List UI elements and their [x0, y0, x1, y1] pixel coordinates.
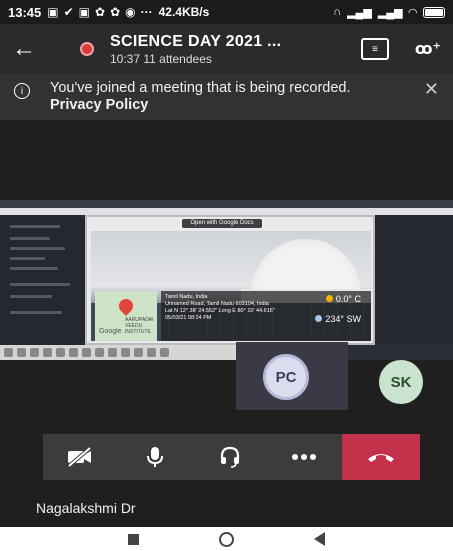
headset-icon: [220, 446, 239, 468]
meeting-app-bar: ← SCIENCE DAY 2021 ... 10:37 11 attendee…: [0, 24, 453, 74]
map-thumbnail: AARUPADAI VEEDU INSTITUTE Google: [95, 291, 157, 341]
back-icon[interactable]: [314, 532, 325, 546]
android-nav-bar: [0, 527, 453, 551]
avatar[interactable]: SK: [379, 360, 423, 404]
call-controls: [43, 434, 421, 480]
close-icon[interactable]: ✕: [424, 79, 439, 120]
pinwheel-icon: ✿: [95, 5, 106, 19]
geotagged-photo: AARUPADAI VEEDU INSTITUTE Google Tamil N…: [91, 231, 371, 341]
banner-message: You've joined a meeting that is being re…: [50, 80, 380, 120]
drive-sidebar: [0, 215, 85, 345]
recording-banner: i You've joined a meeting that is being …: [0, 74, 453, 120]
audio-button[interactable]: [192, 434, 267, 480]
geo-wind: 234° SW: [315, 315, 361, 324]
gauge-icon: [315, 315, 323, 322]
privacy-policy-link[interactable]: Privacy Policy: [50, 97, 148, 113]
meeting-info: SCIENCE DAY 2021 ... 10:37 11 attendees: [110, 33, 281, 66]
status-right: ∩ ▂▄▆ ▂▄▆ ◠: [333, 6, 445, 19]
meeting-subtitle: 10:37 11 attendees: [110, 51, 212, 66]
dome-image: [251, 239, 361, 294]
meeting-stage: Open with Google Docs AARUPADAI VEEDU IN…: [0, 120, 453, 420]
more-dots-icon: ···: [140, 5, 153, 19]
signal-icon: ▂▄▆: [377, 6, 403, 19]
sun-icon: [325, 295, 333, 302]
geo-temperature: 0.0° C: [325, 295, 361, 304]
recording-indicator-icon: [80, 42, 94, 56]
microphone-icon: [146, 447, 163, 467]
map-brand: Google: [99, 328, 122, 335]
info-icon: i: [14, 83, 30, 99]
camera-off-button[interactable]: [43, 434, 118, 480]
whatsapp-icon: ◉: [125, 5, 136, 19]
participant-tile-pc[interactable]: PC: [236, 342, 348, 410]
check-icon: ✔: [63, 5, 74, 19]
more-options-button[interactable]: [266, 434, 342, 480]
pinwheel-icon: ✿: [110, 5, 121, 19]
home-icon[interactable]: [219, 531, 234, 547]
message-icon: ▣: [47, 5, 59, 19]
signal-icon: ▂▄▆: [347, 6, 372, 19]
shared-screen[interactable]: Open with Google Docs AARUPADAI VEEDU IN…: [0, 200, 453, 360]
camera-off-icon: [68, 446, 92, 468]
meeting-title: SCIENCE DAY 2021 ...: [110, 32, 282, 50]
recents-icon[interactable]: [128, 533, 139, 545]
map-pin-icon: [116, 296, 136, 316]
drive-right-panel: [375, 215, 453, 345]
hang-up-icon: [367, 454, 394, 462]
add-participants-icon[interactable]: ꝏ⁺: [415, 39, 441, 59]
windows-taskbar: [0, 345, 260, 360]
battery-icon: [423, 6, 445, 18]
geo-overlay: Tamil Nadu, India Unnamed Road, Tamil Na…: [161, 291, 371, 341]
more-icon: [292, 454, 317, 460]
notification-icons: ▣ ✔ ▣ ✿ ✿ ◉ ···: [47, 5, 152, 19]
microphone-button[interactable]: [117, 434, 193, 480]
status-bar: 13:45 ▣ ✔ ▣ ✿ ✿ ◉ ··· 42.4KB/s ∩ ▂▄▆ ▂▄▆…: [0, 0, 453, 24]
back-arrow-icon[interactable]: ←: [12, 35, 52, 63]
map-place: AARUPADAI VEEDU INSTITUTE: [125, 317, 154, 335]
headset-icon: ∩: [333, 6, 342, 18]
message-icon: ▣: [78, 5, 90, 19]
browser-tabs: [0, 200, 453, 208]
status-time: 13:45: [8, 4, 42, 20]
presenter-name: Nagalakshmi Dr: [36, 500, 136, 516]
end-call-button[interactable]: [341, 434, 421, 480]
open-with-docs-button[interactable]: Open with Google Docs: [182, 219, 262, 228]
net-speed: 42.4KB/s: [158, 5, 210, 19]
wifi-icon: ◠: [408, 6, 417, 19]
chat-icon[interactable]: ≡: [360, 38, 389, 60]
image-viewer: Open with Google Docs AARUPADAI VEEDU IN…: [85, 215, 375, 345]
browser-address-bar: [0, 208, 453, 215]
banner-text: You've joined a meeting that is being re…: [50, 80, 351, 96]
avatar: PC: [263, 354, 309, 400]
